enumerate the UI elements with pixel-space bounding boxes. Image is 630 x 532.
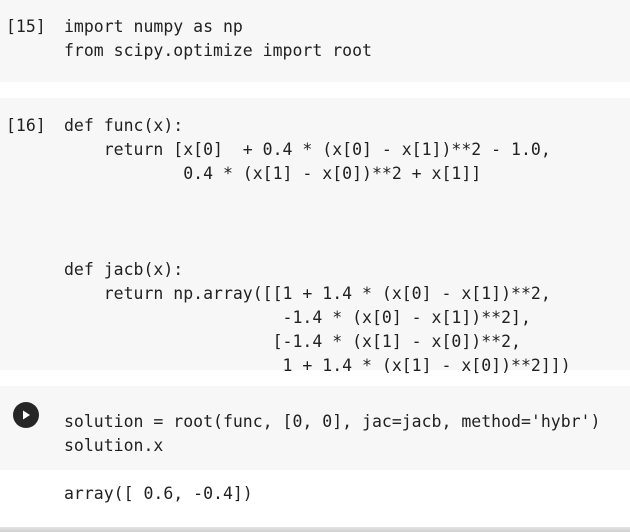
run-cell-button[interactable] bbox=[13, 402, 39, 428]
code-line: 1 + 1.4 * (x[1] - x[0])**2]]) bbox=[64, 356, 571, 375]
code-line: from scipy.optimize import root bbox=[64, 41, 372, 60]
cell-prompt: [15] bbox=[6, 17, 46, 36]
code-line: [-1.4 * (x[1] - x[0])**2, bbox=[64, 332, 521, 351]
code-editor[interactable]: import numpy as np from scipy.optimize i… bbox=[64, 15, 372, 63]
code-cell-active[interactable]: solution = root(func, [0, 0], jac=jacb, … bbox=[0, 386, 630, 470]
bottom-divider bbox=[0, 527, 630, 532]
code-line: return np.array([[1 + 1.4 * (x[0] - x[1]… bbox=[64, 284, 551, 303]
code-line: solution = root(func, [0, 0], jac=jacb, … bbox=[64, 412, 601, 431]
code-line: 0.4 * (x[1] - x[0])**2 + x[1]] bbox=[64, 164, 482, 183]
code-line: return [x[0] + 0.4 * (x[0] - x[1])**2 - … bbox=[64, 140, 551, 159]
code-editor[interactable]: def func(x): return [x[0] + 0.4 * (x[0] … bbox=[64, 114, 571, 378]
code-line: def func(x): bbox=[64, 116, 184, 135]
code-line: def jacb(x): bbox=[64, 260, 184, 279]
code-line: import numpy as np bbox=[64, 17, 243, 36]
code-line: -1.4 * (x[0] - x[1])**2], bbox=[64, 308, 531, 327]
notebook: [15] import numpy as np from scipy.optim… bbox=[0, 0, 630, 532]
code-editor[interactable]: solution = root(func, [0, 0], jac=jacb, … bbox=[64, 410, 600, 458]
code-cell-16[interactable]: [16] def func(x): return [x[0] + 0.4 * (… bbox=[0, 98, 630, 375]
code-cell-15[interactable]: [15] import numpy as np from scipy.optim… bbox=[0, 0, 630, 82]
play-icon bbox=[23, 410, 30, 420]
cell-output: array([ 0.6, -0.4]) bbox=[64, 484, 253, 503]
code-line: solution.x bbox=[64, 436, 164, 455]
cell-prompt: [16] bbox=[6, 116, 46, 135]
